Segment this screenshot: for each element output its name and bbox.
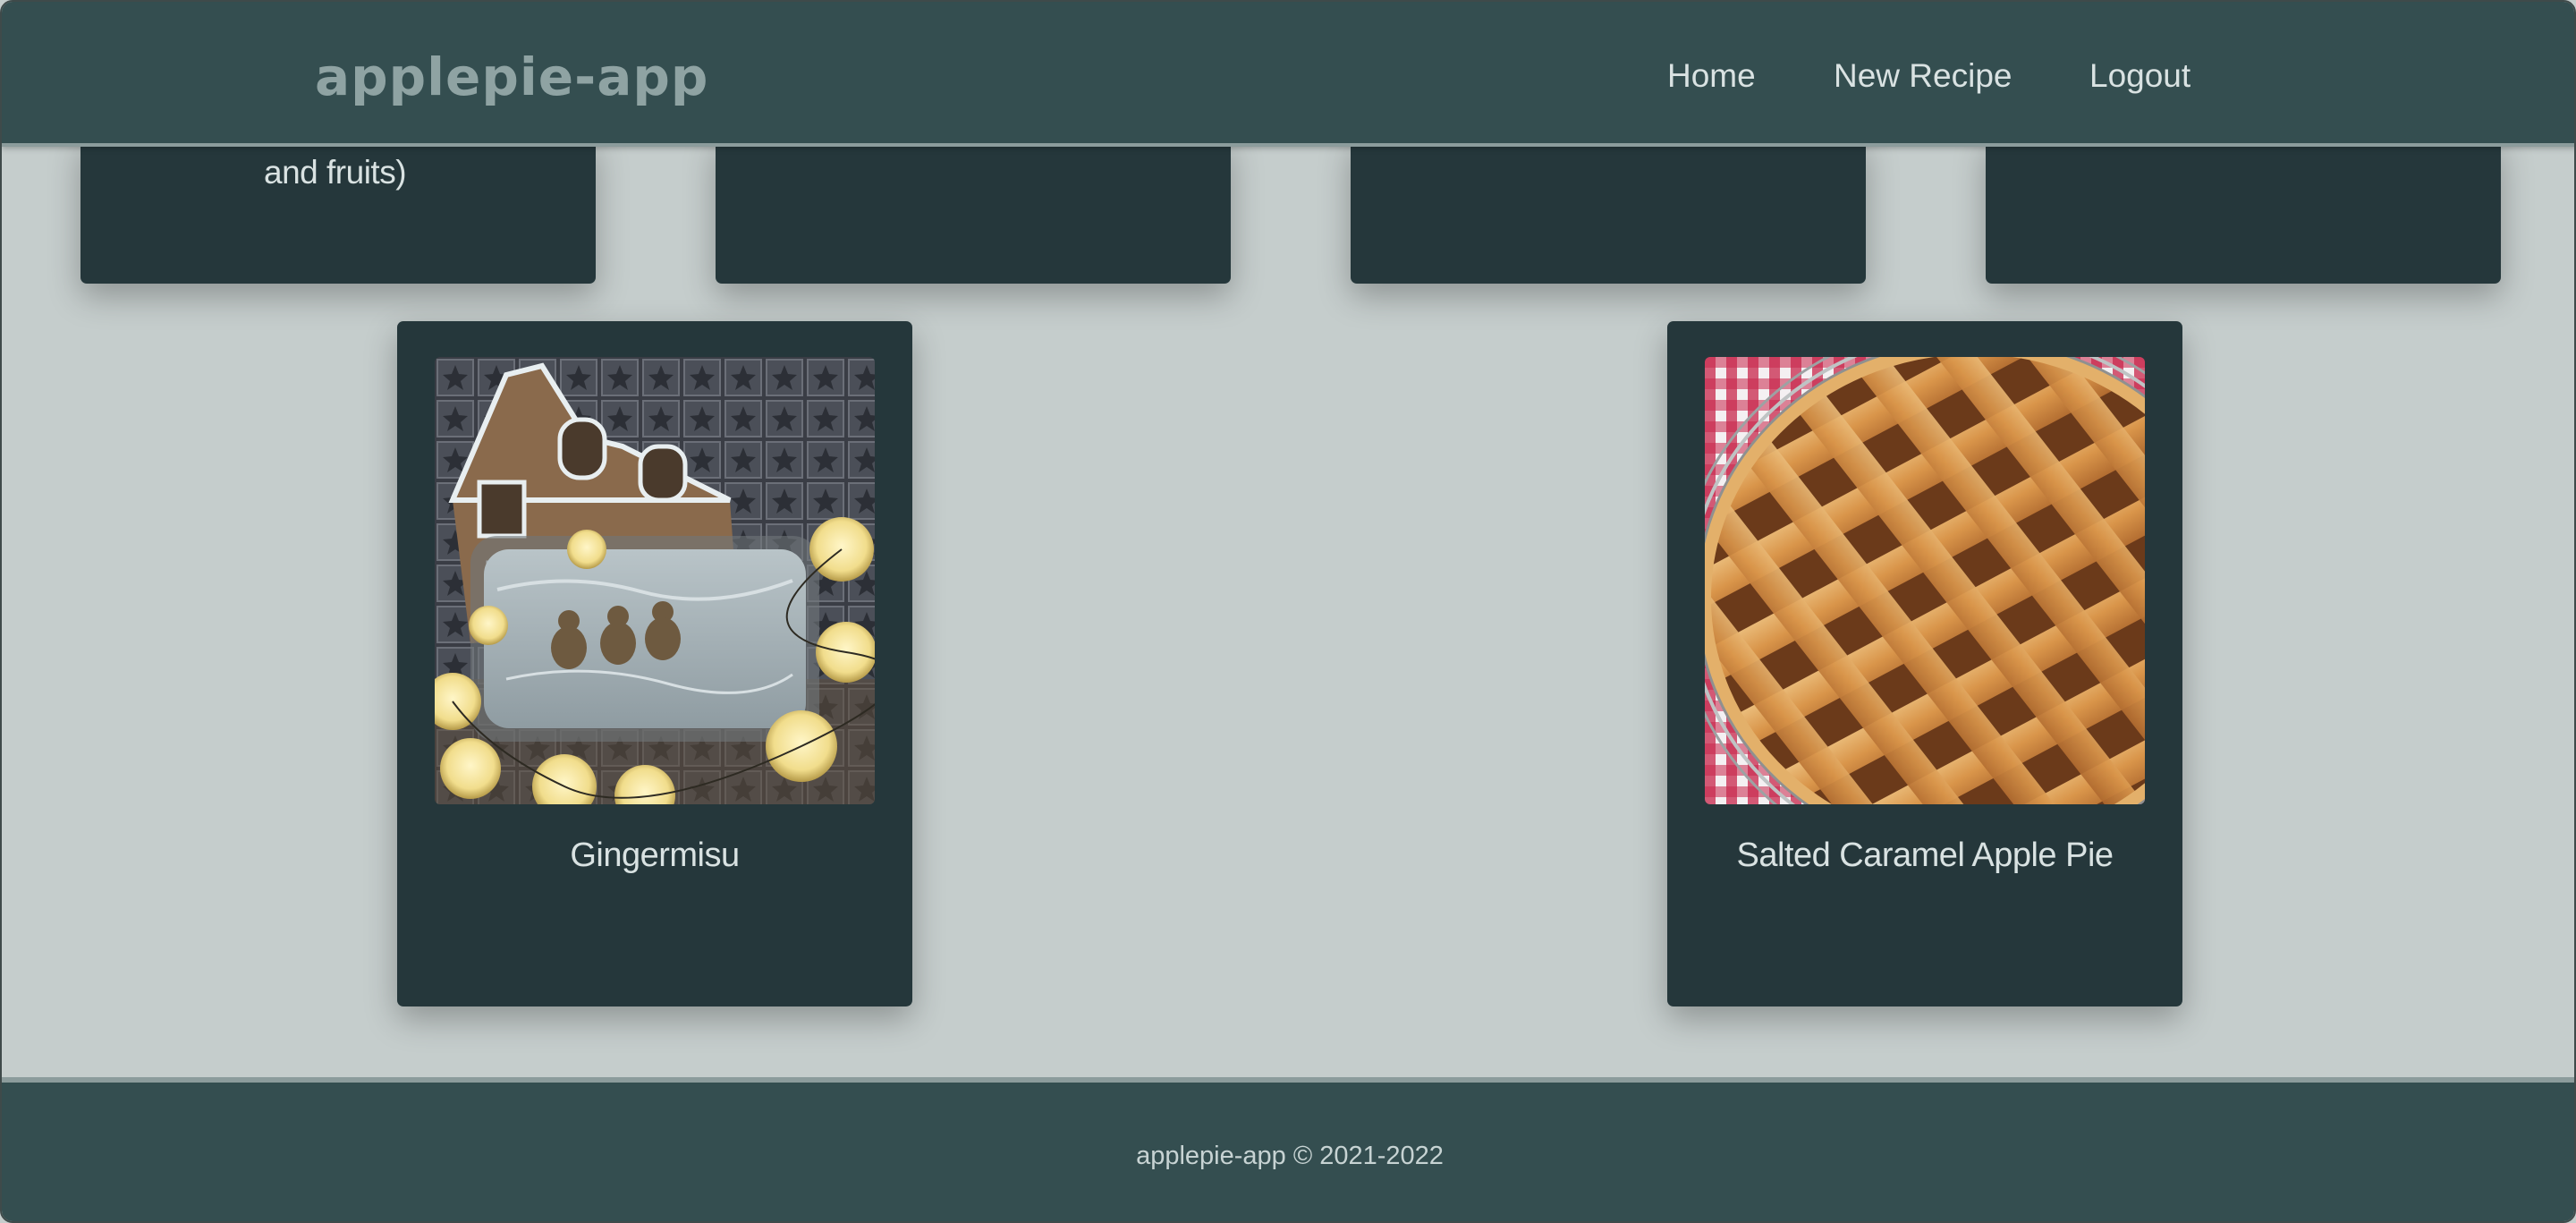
footer-copyright: applepie-app © 2021-2022 bbox=[1136, 1142, 1444, 1170]
recipe-card[interactable]: Salted Caramel Apple Pie bbox=[1667, 321, 2182, 1006]
navbar: applepie-app Home New Recipe Logout bbox=[2, 2, 2574, 147]
brand-logo[interactable]: applepie-app bbox=[315, 47, 708, 107]
recipe-card[interactable]: Gingermisu bbox=[397, 321, 912, 1006]
nav-logout-link[interactable]: Logout bbox=[2089, 57, 2190, 95]
recipe-card-title: Salted Caramel Apple Pie bbox=[1736, 837, 2114, 874]
nav-home-link[interactable]: Home bbox=[1667, 57, 1756, 95]
recipe-card-title: and fruits) bbox=[264, 154, 407, 191]
recipe-card-partial[interactable] bbox=[716, 136, 1231, 284]
recipe-card-partial[interactable] bbox=[1986, 136, 2501, 284]
recipe-image bbox=[435, 357, 875, 804]
app-window: and fruits) applepie-app Home New Recipe… bbox=[0, 0, 2576, 1223]
gingermisu-image bbox=[435, 357, 875, 804]
nav-new-recipe-link[interactable]: New Recipe bbox=[1834, 57, 2012, 95]
footer: applepie-app © 2021-2022 bbox=[2, 1077, 2574, 1221]
apple-pie-image bbox=[1705, 357, 2145, 804]
recipe-card-partial[interactable]: and fruits) bbox=[80, 136, 596, 284]
recipe-card-title: Gingermisu bbox=[570, 837, 740, 874]
recipe-image bbox=[1705, 357, 2145, 804]
recipe-card-partial[interactable] bbox=[1351, 136, 1866, 284]
